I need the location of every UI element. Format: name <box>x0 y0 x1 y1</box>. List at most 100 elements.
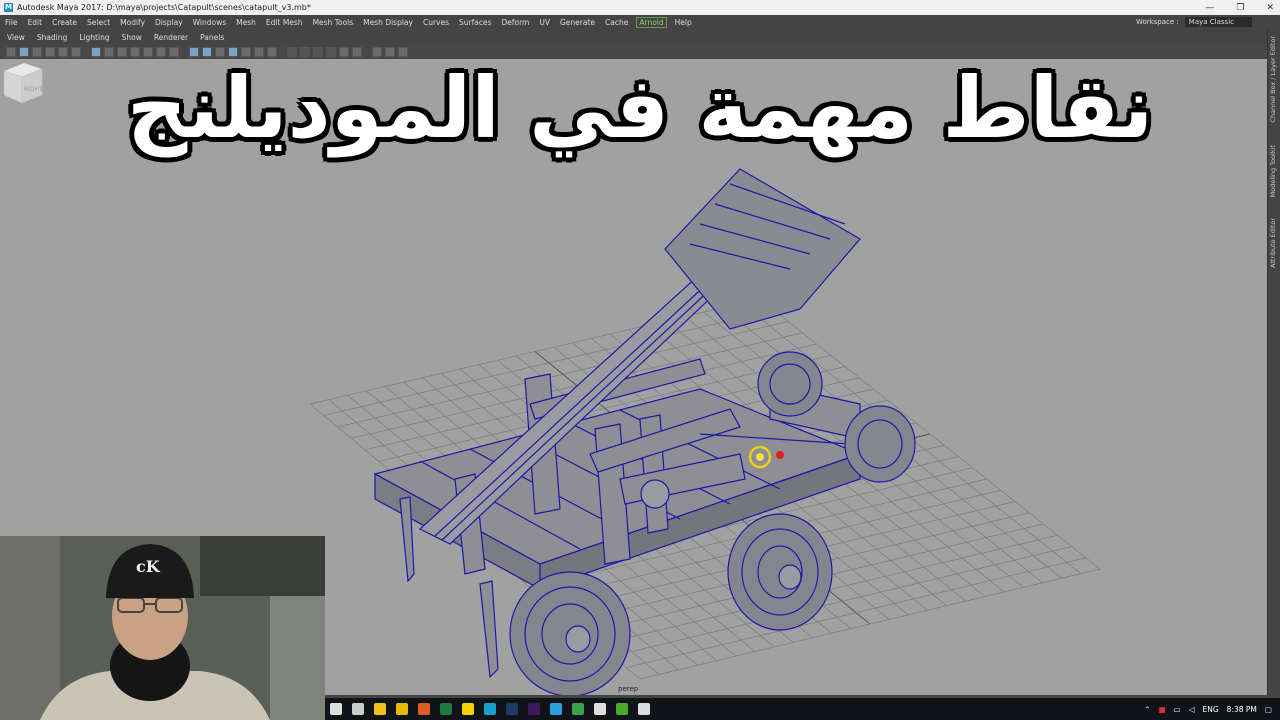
camera-attributes-icon[interactable] <box>19 46 29 57</box>
bookmark-icon[interactable] <box>32 46 42 57</box>
exposure-icon[interactable] <box>398 46 408 57</box>
textured-icon[interactable] <box>241 46 251 57</box>
minimize-button[interactable]: — <box>1205 3 1214 13</box>
close-button[interactable]: ✕ <box>1266 3 1274 13</box>
viewcube[interactable]: RIGHT <box>0 59 44 105</box>
menu-mesh-tools[interactable]: Mesh Tools <box>308 18 359 27</box>
menu-edit[interactable]: Edit <box>23 18 48 27</box>
panel-menu-shading[interactable]: Shading <box>30 33 72 42</box>
grease-pencil-icon[interactable] <box>71 46 81 57</box>
menu-windows[interactable]: Windows <box>188 18 231 27</box>
notifications-icon[interactable]: ▢ <box>1265 705 1272 714</box>
menu-surfaces[interactable]: Surfaces <box>454 18 496 27</box>
tab-modeling-toolkit[interactable]: Modeling Toolkit <box>1269 145 1277 197</box>
menu-mesh-display[interactable]: Mesh Display <box>358 18 418 27</box>
grid-line <box>612 546 1072 657</box>
menu-uv[interactable]: UV <box>534 18 555 27</box>
tray-network-icon[interactable]: ▭ <box>1174 705 1181 714</box>
grid-line <box>639 568 1101 680</box>
image-plane-icon[interactable] <box>45 46 55 57</box>
panel-menu-lighting[interactable]: Lighting <box>72 33 114 42</box>
restore-button[interactable]: ❐ <box>1236 3 1244 13</box>
panel-menubar: View Shading Lighting Show Renderer Pane… <box>0 31 1267 45</box>
tray-chevron-icon[interactable]: ⌃ <box>1144 705 1150 714</box>
default-material-icon[interactable] <box>215 46 225 57</box>
menu-arnold[interactable]: Arnold <box>636 17 667 28</box>
field-chart-icon[interactable] <box>143 46 153 57</box>
viewcube-label: RIGHT <box>24 86 43 93</box>
lights-icon[interactable] <box>254 46 264 57</box>
tray-volume-icon[interactable]: ◁ <box>1189 705 1195 714</box>
smooth-shade-icon[interactable] <box>202 46 212 57</box>
depth-of-field-icon[interactable] <box>326 46 336 57</box>
multisample-icon[interactable] <box>313 46 323 57</box>
catapult-model[interactable] <box>373 168 916 695</box>
right-panel-tabs: Channel Box / Layer Editor Modeling Tool… <box>1267 30 1280 695</box>
safe-title-icon[interactable] <box>169 46 179 57</box>
presenter-image: cK <box>0 536 325 720</box>
2d-pan-zoom-icon[interactable] <box>58 46 68 57</box>
webcam-overlay: cK <box>0 536 325 720</box>
menu-help[interactable]: Help <box>670 18 697 27</box>
menu-deform[interactable]: Deform <box>496 18 534 27</box>
photoshop-icon[interactable] <box>506 703 518 715</box>
recorder-icon[interactable] <box>616 703 628 715</box>
menu-cache[interactable]: Cache <box>600 18 633 27</box>
resolution-gate-icon[interactable] <box>117 46 127 57</box>
menu-curves[interactable]: Curves <box>418 18 454 27</box>
mail-icon[interactable] <box>352 703 364 715</box>
chrome-icon[interactable] <box>418 703 430 715</box>
select-camera-icon[interactable] <box>6 46 16 57</box>
premiere-icon[interactable] <box>528 703 540 715</box>
document-icon[interactable] <box>638 703 650 715</box>
tray-antivirus-icon[interactable]: ■ <box>1159 705 1166 714</box>
tab-attribute-editor[interactable]: Attribute Editor <box>1269 218 1277 268</box>
motion-blur-icon[interactable] <box>300 46 310 57</box>
grid-toggle-icon[interactable] <box>91 46 101 57</box>
file-explorer-icon[interactable] <box>396 703 408 715</box>
menu-file[interactable]: File <box>0 18 23 27</box>
vlc-icon[interactable] <box>374 703 386 715</box>
wireframe-on-shaded-icon[interactable] <box>228 46 238 57</box>
wireframe-icon[interactable] <box>189 46 199 57</box>
tab-channel-box[interactable]: Channel Box / Layer Editor <box>1269 36 1277 123</box>
excel-icon[interactable] <box>440 703 452 715</box>
panel-menu-show[interactable]: Show <box>115 33 147 42</box>
notepad-icon[interactable] <box>594 703 606 715</box>
menu-generate[interactable]: Generate <box>555 18 600 27</box>
system-tray: ⌃ ■ ▭ ◁ ENG 8:38 PM ▢ <box>1144 698 1280 720</box>
gate-mask-icon[interactable] <box>130 46 140 57</box>
workspace-dropdown[interactable]: Maya Classic <box>1184 17 1252 27</box>
main-menubar: File Edit Create Select Modify Display W… <box>0 15 1280 30</box>
tray-language[interactable]: ENG <box>1203 705 1219 714</box>
safe-action-icon[interactable] <box>156 46 166 57</box>
video-overlay-title: نقاط مهمة في الموديلنج <box>126 59 1154 157</box>
menu-select[interactable]: Select <box>82 18 115 27</box>
ambient-occlusion-icon[interactable] <box>287 46 297 57</box>
menu-modify[interactable]: Modify <box>115 18 150 27</box>
maya-app-icon: M <box>4 3 13 12</box>
panel-menu-panels[interactable]: Panels <box>193 33 229 42</box>
selected-vertex-dot <box>776 451 784 459</box>
film-gate-icon[interactable] <box>104 46 114 57</box>
panel-menu-renderer[interactable]: Renderer <box>147 33 193 42</box>
panel-menu-view[interactable]: View <box>0 33 30 42</box>
menu-edit-mesh[interactable]: Edit Mesh <box>261 18 308 27</box>
tray-clock[interactable]: 8:38 PM <box>1227 705 1257 714</box>
sticky-notes-icon[interactable] <box>462 703 474 715</box>
camtasia-icon[interactable] <box>572 703 584 715</box>
xray-joints-icon[interactable] <box>372 46 382 57</box>
xray-components-icon[interactable] <box>385 46 395 57</box>
menu-display[interactable]: Display <box>150 18 188 27</box>
workspace-label: Workspace : <box>1135 18 1179 26</box>
beanie-logo-text: cK <box>136 557 161 576</box>
xray-icon[interactable] <box>352 46 362 57</box>
skype-icon[interactable] <box>550 703 562 715</box>
window-title: Autodesk Maya 2017: D:\maya\projects\Cat… <box>17 3 311 12</box>
shadows-icon[interactable] <box>267 46 277 57</box>
maya-taskbar-icon[interactable] <box>484 703 496 715</box>
menu-mesh[interactable]: Mesh <box>231 18 261 27</box>
menu-create[interactable]: Create <box>47 18 82 27</box>
isolate-select-icon[interactable] <box>339 46 349 57</box>
task-view-icon[interactable] <box>330 703 342 715</box>
